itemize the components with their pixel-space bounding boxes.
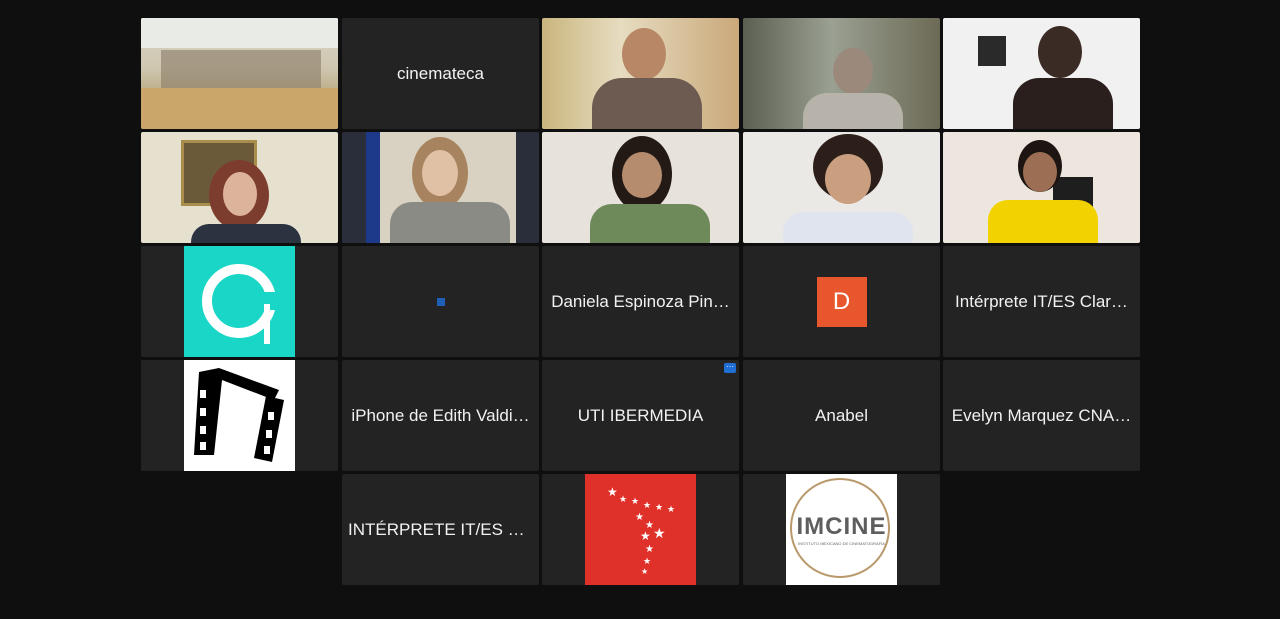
participant-name: UTI IBERMEDIA — [577, 405, 704, 425]
svg-text:★: ★ — [645, 544, 654, 555]
svg-text:★: ★ — [631, 496, 639, 506]
svg-text:★: ★ — [643, 500, 651, 510]
imcine-subtitle: INSTITUTO MEXICANO DE CINEMATOGRAFÍA — [798, 541, 885, 546]
participant-tile-film-logo[interactable] — [141, 360, 338, 471]
svg-text:★: ★ — [667, 504, 675, 514]
svg-text:★: ★ — [641, 567, 648, 576]
initial-avatar: D — [816, 276, 867, 327]
meeting-room-video — [141, 18, 338, 129]
participant-tile-stars-logo[interactable]: ★ ★ ★ ★ ★ ★ ★ ★ ★ ★ ★ ★ ★ — [542, 474, 739, 585]
participant-tile-anabel[interactable]: Anabel — [743, 360, 940, 471]
participant-tile-uti-ibermedia[interactable]: UTI IBERMEDIA ··· — [542, 360, 739, 471]
stars-logo: ★ ★ ★ ★ ★ ★ ★ ★ ★ ★ ★ ★ ★ — [585, 474, 696, 585]
participant-tile-8[interactable] — [542, 132, 739, 243]
more-options-icon[interactable]: ··· — [724, 363, 736, 373]
participant-tile-iphone-edith[interactable]: iPhone de Edith Valdi… — [342, 360, 539, 471]
participant-name: Daniela Espinoza Pin… — [551, 291, 730, 311]
participant-video — [542, 18, 739, 129]
participant-video — [342, 132, 539, 243]
participant-tile-3[interactable] — [542, 18, 739, 129]
participant-tile-imcine[interactable]: IMCINE INSTITUTO MEXICANO DE CINEMATOGRA… — [743, 474, 940, 585]
participant-name: Intérprete IT/ES Clar… — [955, 291, 1128, 311]
participant-name: cinemateca — [397, 63, 484, 83]
svg-text:★: ★ — [653, 525, 666, 541]
participant-tile-6[interactable] — [141, 132, 338, 243]
participant-tile-cinemateca[interactable]: cinemateca — [342, 18, 539, 129]
svg-text:★: ★ — [640, 529, 651, 543]
participant-tile-daniela[interactable]: Daniela Espinoza Pin… — [542, 246, 739, 357]
participant-video — [943, 132, 1140, 243]
participant-video — [542, 132, 739, 243]
participant-name: iPhone de Edith Valdi… — [351, 405, 530, 425]
participant-tile-d[interactable]: D — [743, 246, 940, 357]
small-square-icon — [436, 297, 445, 306]
participant-tile-1[interactable] — [141, 18, 338, 129]
participant-tile-12[interactable] — [342, 246, 539, 357]
participant-tile-interprete-v[interactable]: INTÉRPRETE IT/ES V… — [342, 474, 539, 585]
participant-tile-5[interactable] — [943, 18, 1140, 129]
profile-logo — [184, 246, 295, 357]
svg-text:★: ★ — [635, 512, 644, 523]
participant-name: Evelyn Marquez CNA… — [951, 405, 1132, 425]
participant-video — [743, 132, 940, 243]
svg-text:★: ★ — [619, 494, 627, 504]
svg-text:★: ★ — [655, 502, 663, 512]
svg-text:★: ★ — [607, 485, 618, 499]
participant-tile-9[interactable] — [743, 132, 940, 243]
imcine-wordmark: IMCINE — [796, 513, 887, 540]
participant-tile-teal-logo[interactable] — [141, 246, 338, 357]
film-strip-logo — [184, 360, 295, 471]
gallery-view: { "app": {"view": "gallery"}, "tiles": [… — [0, 0, 1280, 619]
participant-video — [743, 18, 940, 129]
participant-tile-interprete-clar[interactable]: Intérprete IT/ES Clar… — [943, 246, 1140, 357]
participant-tile-7[interactable] — [342, 132, 539, 243]
participant-tile-evelyn[interactable]: Evelyn Marquez CNA… — [943, 360, 1140, 471]
participant-video — [943, 18, 1140, 129]
participant-video — [141, 132, 338, 243]
svg-text:★: ★ — [643, 556, 651, 566]
participant-tile-10[interactable] — [943, 132, 1140, 243]
imcine-logo: IMCINE INSTITUTO MEXICANO DE CINEMATOGRA… — [786, 474, 897, 585]
participant-name: Anabel — [815, 405, 868, 425]
participant-name: INTÉRPRETE IT/ES V… — [348, 519, 533, 539]
participant-tile-4[interactable] — [743, 18, 940, 129]
